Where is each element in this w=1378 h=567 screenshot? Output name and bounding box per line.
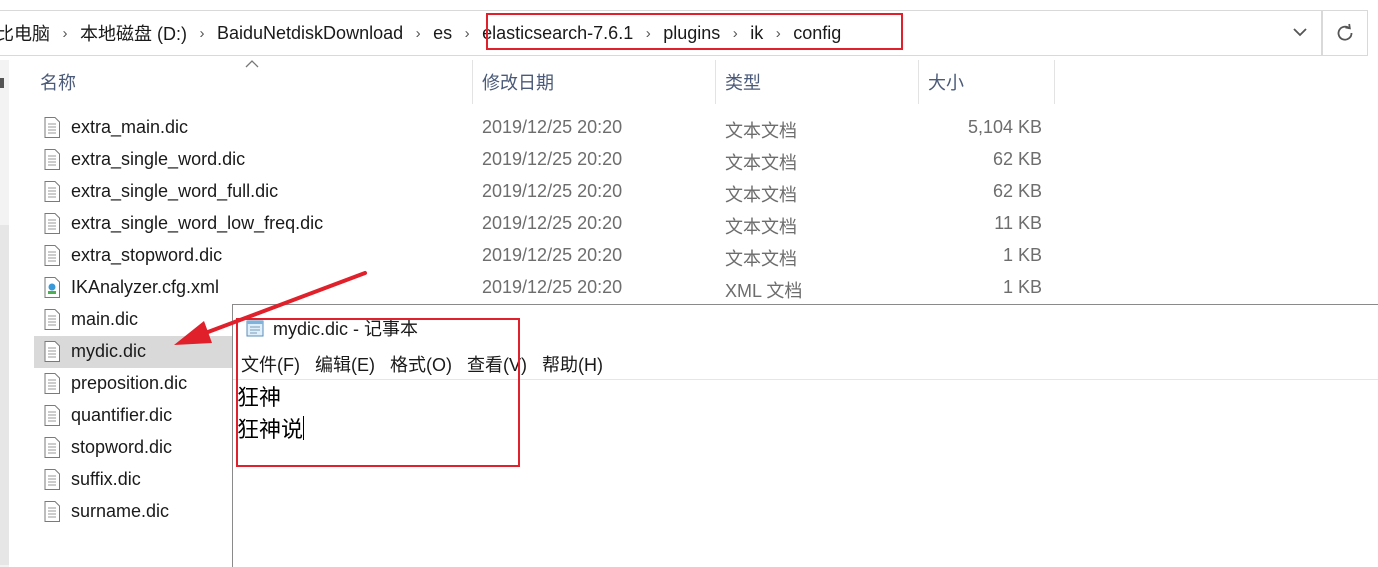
file-name: stopword.dic bbox=[71, 437, 173, 457]
annotation-arrow-icon bbox=[174, 271, 367, 345]
address-bar[interactable]: 比电脑 › 本地磁盘 (D:) › BaiduNetdiskDownload ›… bbox=[0, 10, 1322, 56]
column-header-modified[interactable]: 修改日期 bbox=[482, 60, 554, 104]
menu-help[interactable]: 帮助(H) bbox=[542, 351, 603, 377]
breadcrumb-drive-d[interactable]: 本地磁盘 (D:) bbox=[76, 20, 191, 46]
xml-file-icon bbox=[44, 277, 60, 298]
chevron-right-icon[interactable]: › bbox=[407, 25, 429, 42]
file-date: 2019/12/25 20:20 bbox=[482, 181, 623, 201]
file-name: preposition.dic bbox=[71, 373, 188, 393]
column-divider[interactable] bbox=[715, 60, 716, 104]
file-size: 62 KB bbox=[992, 181, 1042, 201]
file-size: 1 KB bbox=[1002, 245, 1042, 265]
text-file-icon bbox=[44, 437, 60, 458]
file-type: 文本文档 bbox=[725, 121, 797, 141]
refresh-icon bbox=[1337, 23, 1353, 41]
file-size: 1 KB bbox=[1002, 277, 1042, 297]
file-name: extra_single_word_full.dic bbox=[71, 181, 279, 201]
file-type: 文本文档 bbox=[725, 153, 797, 173]
text-file-icon bbox=[44, 341, 60, 362]
text-file-icon bbox=[44, 373, 60, 394]
navigation-scrollbar-thumb[interactable] bbox=[0, 225, 9, 565]
file-row[interactable]: extra_single_word_low_freq.dic 2019/12/2… bbox=[34, 208, 1134, 240]
text-file-icon bbox=[44, 117, 60, 138]
file-name: quantifier.dic bbox=[71, 405, 173, 425]
file-name: extra_main.dic bbox=[71, 117, 189, 137]
text-file-icon bbox=[44, 245, 60, 266]
text-file-icon bbox=[44, 149, 60, 170]
navigation-pane-edge[interactable] bbox=[0, 60, 9, 567]
file-type: 文本文档 bbox=[725, 185, 797, 205]
text-file-icon bbox=[44, 213, 60, 234]
text-file-icon bbox=[44, 405, 60, 426]
breadcrumb-this-pc[interactable]: 比电脑 bbox=[0, 20, 54, 46]
file-row[interactable]: extra_single_word.dic 2019/12/25 20:20 文… bbox=[34, 144, 1134, 176]
refresh-button[interactable] bbox=[1322, 10, 1368, 56]
column-header-type[interactable]: 类型 bbox=[725, 60, 761, 104]
file-name: main.dic bbox=[71, 309, 139, 329]
nav-tick bbox=[0, 78, 4, 88]
file-size: 5,104 KB bbox=[967, 117, 1042, 137]
chevron-right-icon[interactable]: › bbox=[456, 25, 478, 42]
column-divider[interactable] bbox=[918, 60, 919, 104]
chevron-right-icon[interactable]: › bbox=[191, 25, 213, 42]
text-file-icon bbox=[44, 309, 60, 330]
file-name: extra_stopword.dic bbox=[71, 245, 223, 265]
chevron-right-icon[interactable]: › bbox=[54, 25, 76, 42]
text-file-icon bbox=[44, 181, 60, 202]
file-size: 11 KB bbox=[994, 213, 1042, 233]
column-header-size[interactable]: 大小 bbox=[928, 60, 964, 104]
breadcrumb-baidunetdiskdownload[interactable]: BaiduNetdiskDownload bbox=[213, 23, 407, 44]
file-size: 62 KB bbox=[992, 149, 1042, 169]
column-divider[interactable] bbox=[472, 60, 473, 104]
file-date: 2019/12/25 20:20 bbox=[482, 117, 623, 137]
file-name: mydic.dic bbox=[71, 341, 147, 361]
file-type: 文本文档 bbox=[725, 249, 797, 269]
file-name: extra_single_word.dic bbox=[71, 149, 246, 169]
file-date: 2019/12/25 20:20 bbox=[482, 277, 623, 297]
breadcrumb-es[interactable]: es bbox=[429, 23, 456, 44]
file-type: XML 文档 bbox=[725, 281, 803, 301]
file-name: suffix.dic bbox=[71, 469, 141, 489]
chevron-down-icon bbox=[1293, 28, 1307, 37]
text-file-icon bbox=[44, 469, 60, 490]
file-name: extra_single_word_low_freq.dic bbox=[71, 213, 324, 233]
column-divider[interactable] bbox=[1054, 60, 1055, 104]
file-row[interactable]: extra_main.dic 2019/12/25 20:20 文本文档 5,1… bbox=[34, 112, 1134, 144]
address-history-button[interactable] bbox=[1289, 21, 1311, 43]
path-highlight-box bbox=[486, 13, 903, 50]
file-name: surname.dic bbox=[71, 501, 170, 521]
file-date: 2019/12/25 20:20 bbox=[482, 245, 623, 265]
file-date: 2019/12/25 20:20 bbox=[482, 149, 623, 169]
column-header-name[interactable]: 名称 bbox=[40, 60, 76, 104]
file-date: 2019/12/25 20:20 bbox=[482, 213, 623, 233]
text-file-icon bbox=[44, 501, 60, 522]
file-row[interactable]: extra_single_word_full.dic 2019/12/25 20… bbox=[34, 176, 1134, 208]
sort-ascending-icon bbox=[245, 60, 259, 68]
file-type: 文本文档 bbox=[725, 217, 797, 237]
